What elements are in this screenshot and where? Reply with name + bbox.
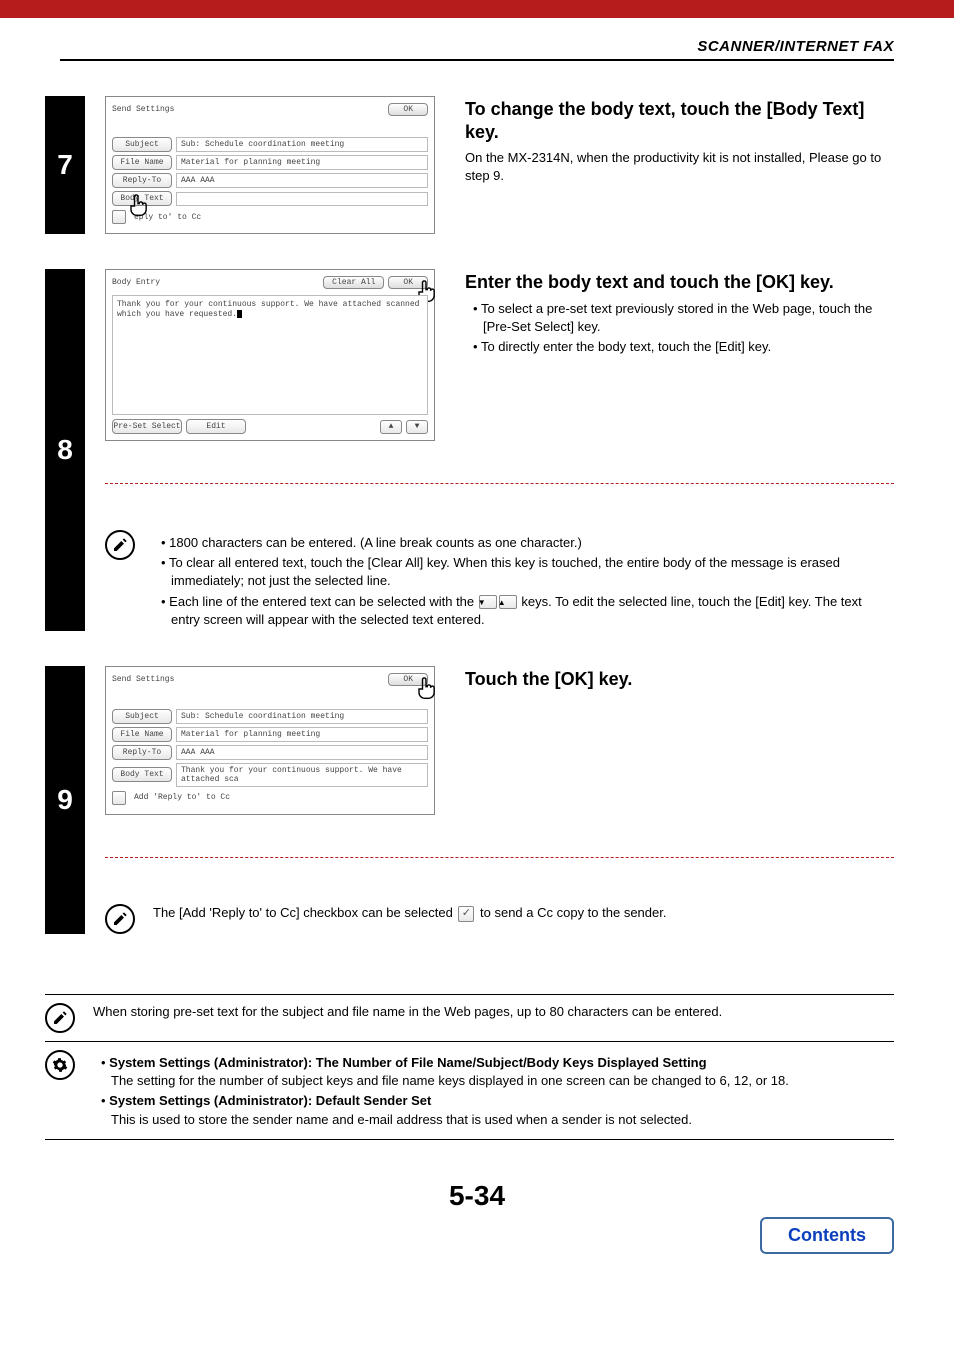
file-name-field[interactable]: Material for planning meeting bbox=[176, 727, 428, 742]
step-number-8: 8 bbox=[45, 269, 85, 631]
step-9: 9 Send Settings OK Subject bbox=[45, 666, 894, 934]
header: SCANNER/INTERNET FAX bbox=[60, 38, 894, 61]
file-name-field[interactable]: Material for planning meeting bbox=[176, 155, 428, 170]
step-8-note-2: To clear all entered text, touch the [Cl… bbox=[157, 554, 894, 590]
send-settings-screen-7: Send Settings OK Subject Sub: Schedule c… bbox=[105, 96, 435, 234]
step-9-note: The [Add 'Reply to' to Cc] checkbox can … bbox=[153, 904, 894, 923]
step-8-note-3: Each line of the entered text can be sel… bbox=[157, 593, 894, 629]
cc-label: Add 'Reply to' to Cc bbox=[134, 793, 230, 802]
step-7: 7 Send Settings OK Subject Sub: Schedule… bbox=[45, 96, 894, 234]
system-setting-2: System Settings (Administrator): Default… bbox=[97, 1092, 894, 1128]
dashed-separator bbox=[105, 483, 894, 484]
step-number-9: 9 bbox=[45, 666, 85, 934]
body-text-content: Thank you for your continuous support. W… bbox=[117, 300, 419, 320]
red-top-bar bbox=[0, 0, 954, 18]
page-number: 5-34 bbox=[0, 1180, 954, 1212]
reply-to-field[interactable]: AAA AAA bbox=[176, 745, 428, 760]
reply-to-field[interactable]: AAA AAA bbox=[176, 173, 428, 188]
preset-character-limit-tip: When storing pre-set text for the subjec… bbox=[93, 1003, 894, 1022]
scroll-down-button[interactable]: ▼ bbox=[406, 420, 428, 434]
step-8: 8 Body Entry Clear All OK bbox=[45, 269, 894, 631]
step-8-bullet-1: To select a pre-set text previously stor… bbox=[469, 300, 894, 336]
edit-button[interactable]: Edit bbox=[186, 419, 246, 434]
pencil-note-icon bbox=[105, 530, 135, 560]
up-key-icon: ▲ bbox=[499, 595, 517, 609]
step-8-bullet-2: To directly enter the body text, touch t… bbox=[469, 338, 894, 356]
down-key-icon: ▼ bbox=[479, 595, 497, 609]
touch-hand-icon bbox=[412, 675, 440, 706]
reply-to-button[interactable]: Reply-To bbox=[112, 173, 172, 188]
section-header: SCANNER/INTERNET FAX bbox=[697, 38, 894, 55]
body-text-field[interactable]: Thank you for your continuous support. W… bbox=[176, 763, 428, 787]
screen-title: Send Settings bbox=[112, 675, 174, 684]
screen-title: Body Entry bbox=[112, 278, 160, 287]
scroll-up-button[interactable]: ▲ bbox=[380, 420, 402, 434]
contents-button[interactable]: Contents bbox=[760, 1217, 894, 1254]
pencil-note-icon bbox=[45, 1003, 75, 1033]
text-cursor bbox=[237, 310, 242, 318]
system-setting-1: System Settings (Administrator): The Num… bbox=[97, 1054, 894, 1090]
body-text-button[interactable]: Body Text bbox=[112, 767, 172, 782]
ok-button[interactable]: OK bbox=[388, 103, 428, 116]
step-8-heading: Enter the body text and touch the [OK] k… bbox=[465, 271, 894, 294]
checkmark-icon: ✓ bbox=[458, 906, 474, 922]
subject-button[interactable]: Subject bbox=[112, 709, 172, 724]
step-7-paragraph: On the MX-2314N, when the productivity k… bbox=[465, 149, 894, 185]
body-entry-screen: Body Entry Clear All OK Thank you for yo… bbox=[105, 269, 435, 441]
file-name-button[interactable]: File Name bbox=[112, 727, 172, 742]
subject-button[interactable]: Subject bbox=[112, 137, 172, 152]
body-text-area[interactable]: Thank you for your continuous support. W… bbox=[112, 295, 428, 415]
step-9-heading: Touch the [OK] key. bbox=[465, 668, 894, 691]
touch-hand-icon bbox=[124, 192, 434, 223]
subject-field[interactable]: Sub: Schedule coordination meeting bbox=[176, 709, 428, 724]
cc-checkbox[interactable] bbox=[112, 791, 126, 805]
subject-field[interactable]: Sub: Schedule coordination meeting bbox=[176, 137, 428, 152]
step-8-note-1: 1800 characters can be entered. (A line … bbox=[157, 534, 894, 552]
dashed-separator bbox=[105, 857, 894, 858]
screen-title: Send Settings bbox=[112, 105, 174, 114]
file-name-button[interactable]: File Name bbox=[112, 155, 172, 170]
reply-to-button[interactable]: Reply-To bbox=[112, 745, 172, 760]
pencil-note-icon bbox=[105, 904, 135, 934]
gear-icon bbox=[45, 1050, 75, 1080]
step-7-heading: To change the body text, touch the [Body… bbox=[465, 98, 894, 143]
bottom-tips: When storing pre-set text for the subjec… bbox=[45, 994, 894, 1140]
step-number-7: 7 bbox=[45, 96, 85, 234]
page: SCANNER/INTERNET FAX 7 Send Settings OK … bbox=[0, 0, 954, 1272]
send-settings-screen-9: Send Settings OK Subject Sub: Schedule c… bbox=[105, 666, 435, 815]
preset-select-button[interactable]: Pre-Set Select bbox=[112, 419, 182, 434]
clear-all-button[interactable]: Clear All bbox=[323, 276, 384, 289]
